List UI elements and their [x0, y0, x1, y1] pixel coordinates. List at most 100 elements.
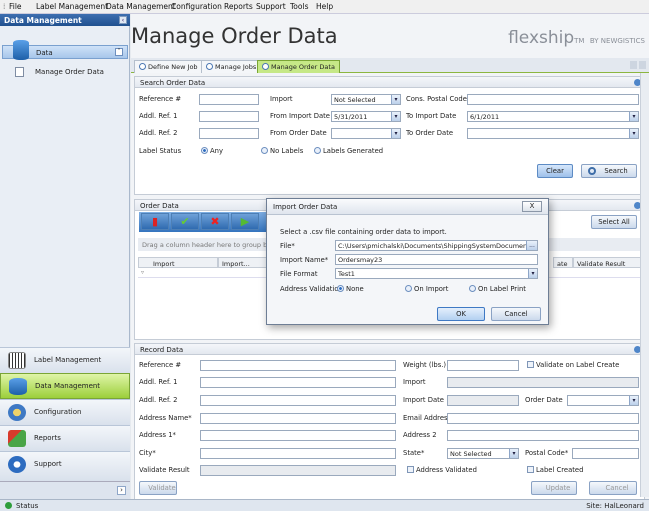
- menu-tools[interactable]: Tools: [290, 2, 308, 11]
- menu-reports[interactable]: Reports: [224, 2, 253, 11]
- from-import-date[interactable]: 5/31/2011 ▾: [331, 111, 401, 122]
- collapse-icon[interactable]: ‹: [119, 16, 127, 24]
- ok-button[interactable]: OK: [437, 307, 485, 321]
- update-button[interactable]: Update: [531, 481, 577, 495]
- to-import-date[interactable]: 6/1/2011 ▾: [467, 111, 639, 122]
- validate-button[interactable]: Validate: [139, 481, 177, 495]
- tab-strip: Define New Job Manage Jobs Manage Order …: [131, 58, 649, 73]
- label-add2: Addl. Ref. 2: [139, 129, 178, 137]
- state-select[interactable]: Not Selected ▾: [447, 448, 519, 459]
- record-cancel-button[interactable]: Cancel: [589, 481, 637, 495]
- delete-doc-button[interactable]: ▮: [141, 213, 169, 230]
- checkbox-icon: [407, 466, 414, 473]
- section-title: Record Data: [135, 344, 644, 355]
- remove-button[interactable]: ✖: [201, 213, 229, 230]
- weight-input[interactable]: [447, 360, 519, 371]
- reference-input[interactable]: [199, 94, 259, 105]
- to-order-date[interactable]: ▾: [467, 128, 639, 139]
- from-order-date[interactable]: ▾: [331, 128, 401, 139]
- sidebar-item-manage-order-data[interactable]: Manage Order Data: [6, 66, 126, 79]
- search-button[interactable]: Search: [581, 164, 637, 178]
- chevron-down-icon: ▾: [509, 449, 518, 458]
- address-name-input[interactable]: [200, 413, 396, 424]
- button-label: Cancel: [605, 484, 629, 492]
- import-name-input[interactable]: Ordersmay23: [335, 254, 538, 265]
- import-select[interactable]: Not Selected ▾: [331, 94, 401, 105]
- logo-tm: TM: [574, 37, 585, 45]
- address-validated-checkbox: Address Validated: [407, 466, 477, 474]
- column-import[interactable]: Import: [138, 257, 218, 268]
- file-path-input[interactable]: C:\Users\pmichalski\Documents\ShippingSy…: [335, 240, 538, 251]
- column-validate-result[interactable]: Validate Result: [573, 257, 643, 268]
- record-add2-input[interactable]: [200, 395, 396, 406]
- add1-input[interactable]: [199, 111, 259, 122]
- radio-label: On Label Print: [478, 285, 526, 293]
- check-button[interactable]: ✔: [171, 213, 199, 230]
- postal-code-input[interactable]: [572, 448, 639, 459]
- radio-labels-generated[interactable]: Labels Generated: [314, 147, 383, 155]
- label-add1: Addl. Ref. 1: [139, 378, 178, 386]
- grip-icon: ⁞: [3, 2, 6, 11]
- nav-reports[interactable]: Reports: [0, 425, 130, 451]
- file-format-select[interactable]: Test1 ▾: [335, 268, 538, 279]
- record-reference-input[interactable]: [200, 360, 396, 371]
- radio-label: None: [346, 285, 364, 293]
- sidebar-footer: ›: [0, 481, 130, 499]
- radio-none[interactable]: None: [337, 285, 364, 293]
- nav-data-management[interactable]: Data Management: [0, 373, 130, 399]
- scroll-right-icon[interactable]: [639, 61, 646, 69]
- sidebar-group-data[interactable]: Data ˄: [2, 40, 128, 60]
- menu-data-management[interactable]: Data Management: [106, 2, 176, 11]
- radio-on-import[interactable]: On Import: [405, 285, 448, 293]
- tab-define-new-job[interactable]: Define New Job: [134, 60, 203, 73]
- logo-sub: BY NEWGISTICS: [589, 37, 645, 45]
- validate-on-label-create[interactable]: Validate on Label Create: [527, 361, 619, 369]
- email-input[interactable]: [447, 413, 639, 424]
- address2-input[interactable]: [447, 430, 639, 441]
- chevron-up-icon[interactable]: ˄: [115, 48, 123, 56]
- clear-button[interactable]: Clear: [537, 164, 573, 178]
- tab-manage-jobs[interactable]: Manage Jobs: [201, 60, 262, 73]
- radio-any[interactable]: Any: [201, 147, 223, 155]
- select-all-button[interactable]: Select All: [591, 215, 637, 229]
- sidebar-group-label: Data: [36, 49, 53, 57]
- close-button[interactable]: X: [522, 201, 542, 212]
- column-import-2[interactable]: Import...: [218, 257, 268, 268]
- nav-support[interactable]: Support: [0, 451, 130, 481]
- label-weight: Weight (lbs.): [403, 361, 447, 369]
- record-add1-input[interactable]: [200, 377, 396, 388]
- postal-input[interactable]: [467, 94, 639, 105]
- menu-file[interactable]: File: [9, 2, 22, 11]
- import-dialog: Import Order Data X Select a .csv file c…: [266, 198, 549, 325]
- address1-input[interactable]: [200, 430, 396, 441]
- radio-no-labels[interactable]: No Labels: [261, 147, 303, 155]
- dialog-cancel-button[interactable]: Cancel: [491, 307, 541, 321]
- chevron-down-icon: ▾: [528, 269, 537, 278]
- tab-label: Manage Order Data: [271, 63, 335, 71]
- scroll-left-icon[interactable]: [630, 61, 637, 69]
- menu-configuration[interactable]: Configuration: [171, 2, 222, 11]
- status-dot-icon: [5, 502, 12, 509]
- browse-button[interactable]: ...: [526, 241, 537, 250]
- tab-manage-order-data[interactable]: Manage Order Data: [257, 60, 340, 73]
- vertical-scrollbar[interactable]: [640, 73, 649, 497]
- order-date-input[interactable]: ▾: [567, 395, 639, 406]
- export-button[interactable]: ▶: [231, 213, 259, 230]
- menu-label-management[interactable]: Label Management: [36, 2, 108, 11]
- chevron-right-icon[interactable]: ›: [117, 486, 126, 495]
- nav-label-management[interactable]: Label Management: [0, 347, 130, 373]
- nav-configuration[interactable]: Configuration: [0, 399, 130, 425]
- add2-input[interactable]: [199, 128, 259, 139]
- column-date[interactable]: ate: [553, 257, 573, 268]
- label-order-date: Order Date: [525, 396, 563, 404]
- menu-help[interactable]: Help: [316, 2, 333, 11]
- radio-on-label-print[interactable]: On Label Print: [469, 285, 526, 293]
- radio-icon: [337, 285, 344, 292]
- label-from-order: From Order Date: [270, 129, 327, 137]
- city-input[interactable]: [200, 448, 396, 459]
- site-label: Site: HalLeonard: [586, 502, 644, 510]
- menu-support[interactable]: Support: [256, 2, 286, 11]
- radio-icon: [314, 147, 321, 154]
- chart-icon: [8, 430, 26, 447]
- page-title: Manage Order Data: [131, 24, 338, 48]
